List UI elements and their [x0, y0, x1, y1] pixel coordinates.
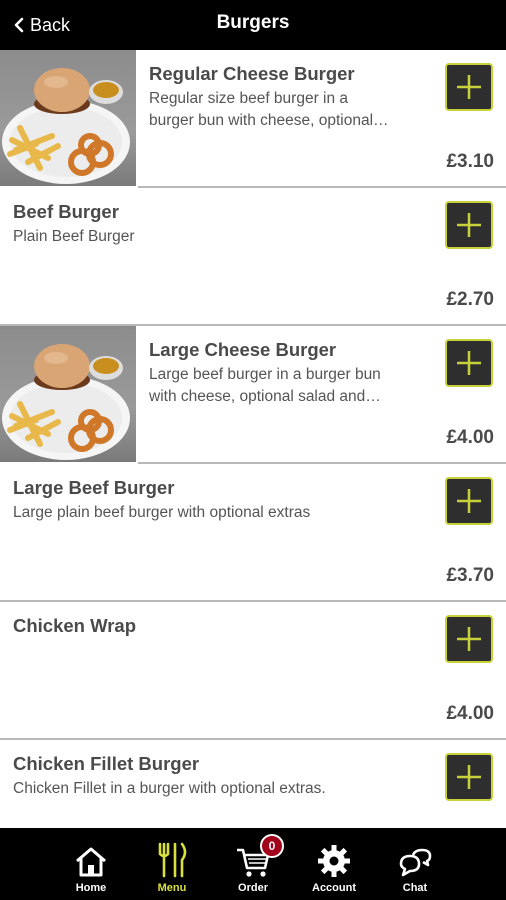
plus-icon [457, 213, 481, 237]
item-price: £4.00 [446, 427, 494, 448]
bottom-tab-bar: Home Menu 0 Order Account Chat [0, 828, 506, 900]
plus-icon [457, 351, 481, 375]
menu-item[interactable]: Beef Burger Plain Beef Burger £2.70 [0, 188, 506, 326]
menu-item-list[interactable]: Regular Cheese Burger Regular size beef … [0, 50, 506, 828]
tab-home[interactable]: Home [51, 828, 131, 900]
item-description: Large plain beef burger with optional ex… [13, 504, 311, 521]
menu-item[interactable]: Chicken Fillet Burger Chicken Fillet in … [0, 740, 506, 828]
add-button[interactable] [445, 615, 493, 663]
menu-item[interactable]: Large Beef Burger Large plain beef burge… [0, 464, 506, 602]
menu-item[interactable]: Regular Cheese Burger Regular size beef … [0, 50, 506, 188]
item-price: £4.00 [446, 703, 494, 724]
plus-icon [457, 627, 481, 651]
item-name: Large Beef Burger [13, 477, 175, 498]
tab-label: Home [75, 882, 107, 894]
tab-chat[interactable]: Chat [375, 828, 455, 900]
item-name: Regular Cheese Burger [149, 63, 355, 84]
tab-account[interactable]: Account [294, 828, 374, 900]
fork-knife-icon [158, 842, 187, 878]
item-description: Regular size beef burger in a burger bun… [149, 90, 389, 129]
item-price: £3.10 [446, 151, 494, 172]
add-button[interactable] [445, 477, 493, 525]
tab-menu[interactable]: Menu [132, 828, 212, 900]
add-button[interactable] [445, 63, 493, 111]
menu-item[interactable]: Chicken Wrap £4.00 [0, 602, 506, 740]
gear-icon [318, 845, 350, 877]
header-bar: Back Burgers [0, 0, 506, 50]
burger-and-chips-image [0, 50, 136, 186]
tab-label: Menu [157, 882, 187, 894]
house-icon [76, 847, 106, 877]
item-name: Chicken Wrap [13, 615, 137, 636]
chat-bubbles-icon [399, 848, 432, 877]
add-button[interactable] [445, 753, 493, 801]
item-description: Plain Beef Burger [13, 228, 135, 245]
burger-and-chips-image [0, 326, 136, 462]
plus-icon [457, 765, 481, 789]
plus-icon [457, 489, 481, 513]
item-name: Beef Burger [13, 201, 119, 222]
add-button[interactable] [445, 201, 493, 249]
page-title: Burgers [216, 12, 290, 33]
tab-label: Order [238, 882, 268, 894]
item-name: Chicken Fillet Burger [13, 753, 200, 774]
add-button[interactable] [445, 339, 493, 387]
tab-order[interactable]: 0 Order [213, 828, 293, 900]
tab-label: Chat [402, 882, 428, 894]
item-price: £3.70 [446, 565, 494, 586]
order-count-badge: 0 [260, 834, 284, 858]
menu-item[interactable]: Large Cheese Burger Large beef burger in… [0, 326, 506, 464]
tab-label: Account [312, 882, 356, 894]
item-name: Large Cheese Burger [149, 339, 337, 360]
item-description: Chicken Fillet in a burger with optional… [13, 780, 326, 797]
item-price: £2.70 [446, 289, 494, 310]
item-description: Large beef burger in a burger bun with c… [149, 366, 381, 405]
plus-icon [457, 75, 481, 99]
